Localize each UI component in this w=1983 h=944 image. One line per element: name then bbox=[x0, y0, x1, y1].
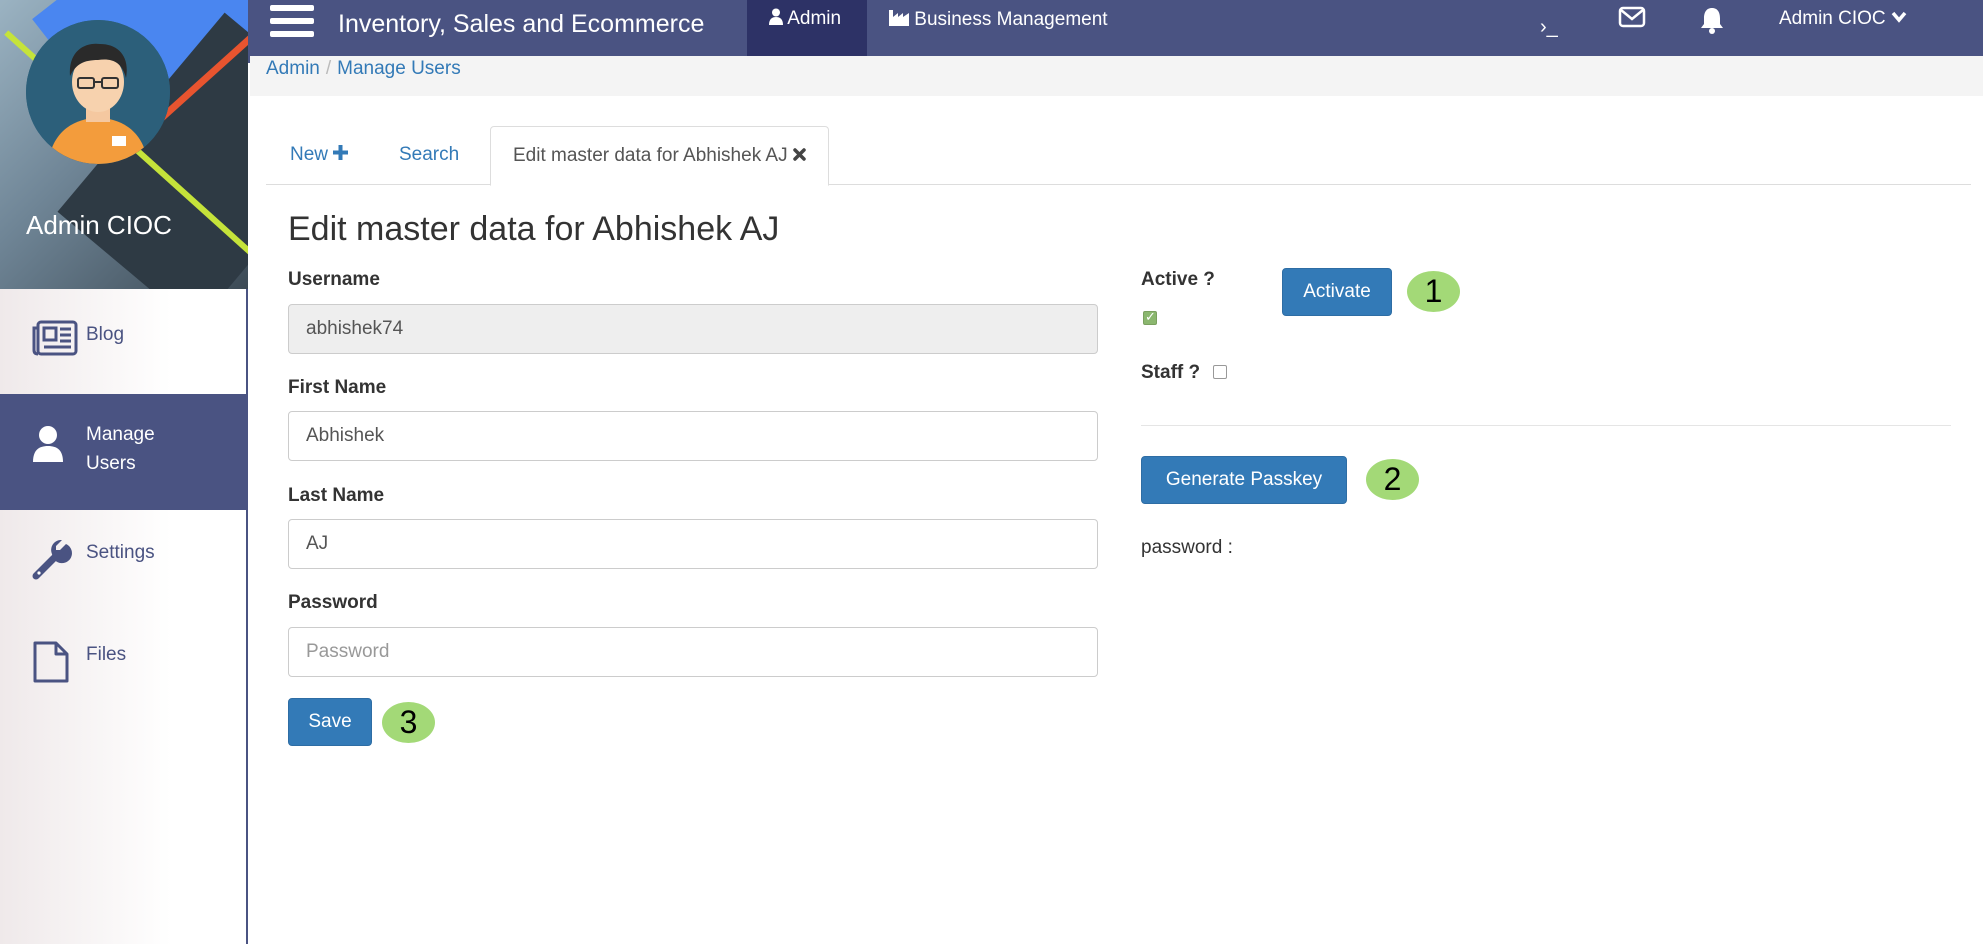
terminal-icon[interactable]: ›_ bbox=[1540, 16, 1558, 39]
last-name-field[interactable] bbox=[288, 519, 1098, 569]
password-output-label: password : bbox=[1141, 537, 1233, 558]
nav-tab-business-management[interactable]: Business Management bbox=[889, 0, 1108, 56]
sidebar-item-label: Files bbox=[86, 644, 127, 665]
profile-banner: Admin CIOC bbox=[0, 0, 248, 289]
sidebar: Admin CIOC Blog Manage Users Settings Fi… bbox=[0, 0, 248, 944]
nav-tab-label: Business Management bbox=[914, 9, 1108, 30]
staff-label: Staff ? bbox=[1141, 362, 1201, 383]
first-name-field[interactable] bbox=[288, 411, 1098, 461]
user-icon bbox=[769, 8, 787, 29]
sidebar-item-label: Manage Users bbox=[86, 424, 155, 474]
app-title: Inventory, Sales and Ecommerce bbox=[338, 10, 705, 38]
close-icon[interactable] bbox=[793, 145, 806, 166]
avatar bbox=[26, 20, 170, 164]
last-name-label: Last Name bbox=[288, 485, 385, 506]
tab-edit-user[interactable]: Edit master data for Abhishek AJ bbox=[490, 126, 829, 186]
content-tabs: New Search Edit master data for Abhishek… bbox=[266, 126, 1971, 186]
step-badge: 2 bbox=[1366, 459, 1419, 500]
user-menu[interactable]: Admin CIOC bbox=[1779, 8, 1907, 30]
bell-icon[interactable] bbox=[1699, 6, 1725, 41]
newspaper-icon bbox=[32, 318, 78, 364]
first-name-label: First Name bbox=[288, 377, 387, 398]
hamburger-menu-icon[interactable] bbox=[270, 5, 314, 43]
sidebar-item-blog[interactable]: Blog bbox=[0, 296, 248, 390]
save-button[interactable]: Save bbox=[288, 698, 372, 746]
sidebar-item-settings[interactable]: Settings bbox=[0, 514, 248, 610]
breadcrumb: Admin / Manage Users bbox=[266, 58, 461, 80]
step-badge: 3 bbox=[382, 702, 435, 743]
breadcrumb-admin[interactable]: Admin bbox=[266, 58, 320, 79]
tab-search[interactable]: Search bbox=[399, 126, 459, 185]
profile-name: Admin CIOC bbox=[26, 210, 172, 240]
divider bbox=[1141, 425, 1951, 426]
staff-checkbox[interactable] bbox=[1213, 365, 1227, 379]
active-label: Active ? bbox=[1141, 269, 1215, 290]
activate-button[interactable]: Activate bbox=[1282, 268, 1392, 316]
breadcrumb-separator: / bbox=[325, 58, 332, 79]
page-title: Edit master data for Abhishek AJ bbox=[288, 210, 780, 248]
user-menu-label: Admin CIOC bbox=[1779, 8, 1886, 29]
file-icon bbox=[32, 640, 78, 686]
wrench-icon bbox=[32, 539, 78, 586]
active-checkbox[interactable] bbox=[1143, 309, 1157, 325]
password-field[interactable] bbox=[288, 627, 1098, 677]
username-label: Username bbox=[288, 269, 380, 290]
sidebar-item-label: Blog bbox=[86, 324, 125, 345]
nav-tab-admin[interactable]: Admin bbox=[747, 0, 867, 56]
tab-label: Search bbox=[399, 144, 460, 165]
password-label: Password bbox=[288, 592, 378, 613]
nav-tab-label: Admin bbox=[787, 8, 842, 29]
chevron-down-icon bbox=[1891, 8, 1907, 29]
username-field[interactable] bbox=[288, 304, 1098, 354]
sidebar-item-manage-users[interactable]: Manage Users bbox=[0, 394, 248, 510]
breadcrumb-bar: Admin / Manage Users bbox=[250, 56, 1983, 96]
sidebar-item-files[interactable]: Files bbox=[0, 614, 248, 710]
tab-label: Edit master data for Abhishek AJ bbox=[513, 145, 788, 166]
breadcrumb-manage-users[interactable]: Manage Users bbox=[337, 58, 461, 79]
tab-new[interactable]: New bbox=[290, 126, 349, 185]
plus-icon bbox=[333, 144, 349, 165]
envelope-icon[interactable] bbox=[1618, 6, 1646, 35]
top-navbar: Inventory, Sales and Ecommerce Admin Bus… bbox=[248, 0, 1983, 63]
user-icon bbox=[32, 424, 78, 470]
sidebar-item-label: Settings bbox=[86, 542, 155, 563]
industry-icon bbox=[889, 9, 914, 30]
step-badge: 1 bbox=[1407, 271, 1460, 312]
generate-passkey-button[interactable]: Generate Passkey bbox=[1141, 456, 1347, 504]
tab-label: New bbox=[290, 144, 329, 165]
